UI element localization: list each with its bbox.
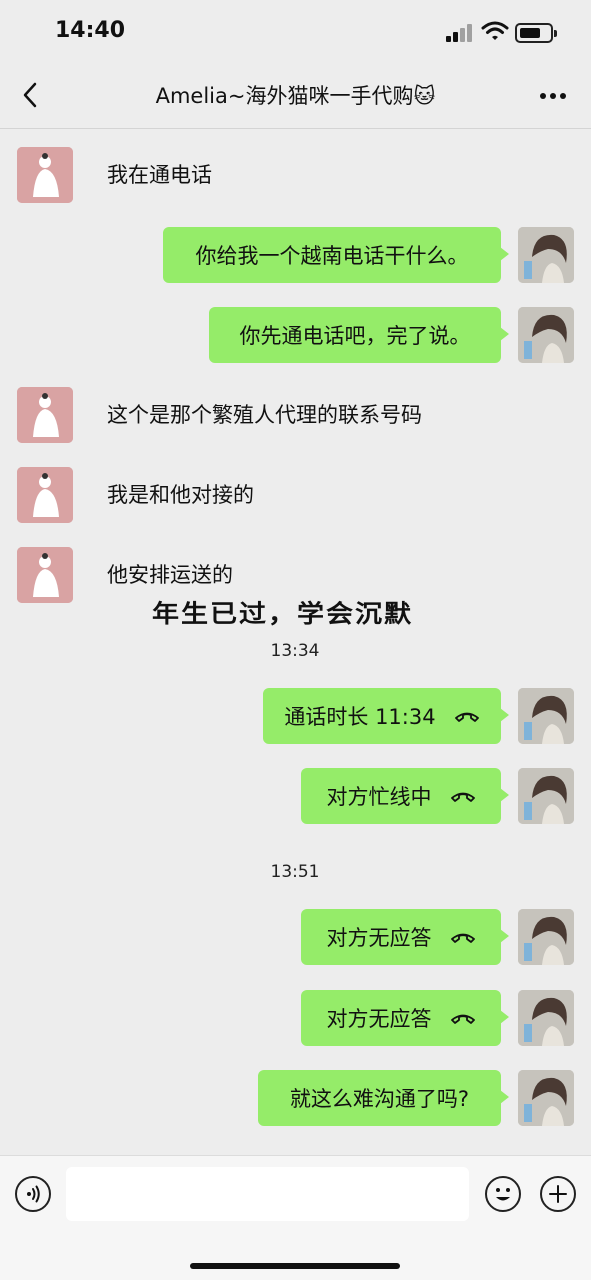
voice-icon <box>27 1185 40 1203</box>
back-icon <box>23 82 37 108</box>
message-text: 我是和他对接的 <box>107 483 254 507</box>
more-button[interactable] <box>536 84 570 108</box>
call-record-bubble[interactable]: 通话时长 11:34 <box>263 688 509 744</box>
call-record-text: 对方无应答 <box>326 1007 432 1031</box>
call-record-text: 通话时长 11:34 <box>284 705 436 729</box>
call-record-bubble[interactable]: 对方无应答 <box>301 909 509 965</box>
status-time: 14:40 <box>55 18 126 43</box>
contact-avatar[interactable] <box>17 467 73 523</box>
message-text: 我在通电话 <box>107 163 212 187</box>
plus-button[interactable] <box>540 1176 576 1212</box>
call-record-bubble[interactable]: 对方无应答 <box>301 990 509 1046</box>
call-record-text: 对方无应答 <box>326 926 432 950</box>
chat-title: Amelia~海外猫咪一手代购🐱 <box>155 84 436 108</box>
battery-icon <box>515 23 557 43</box>
voice-button[interactable] <box>15 1176 51 1212</box>
user-avatar[interactable] <box>518 307 574 363</box>
user-avatar[interactable] <box>518 990 574 1046</box>
message-input[interactable] <box>66 1167 469 1221</box>
contact-avatar[interactable] <box>17 147 73 203</box>
user-avatar[interactable] <box>518 768 574 824</box>
user-avatar[interactable] <box>518 1070 574 1126</box>
timestamp: 13:34 <box>270 641 320 661</box>
phone-hangup-icon <box>450 1011 476 1025</box>
phone-hangup-icon <box>450 789 476 803</box>
emoji-icon <box>496 1188 510 1201</box>
message-bubble-outgoing[interactable]: 你给我一个越南电话干什么。 <box>163 227 509 283</box>
contact-avatar[interactable] <box>17 387 73 443</box>
user-avatar[interactable] <box>518 688 574 744</box>
more-icon <box>540 93 566 99</box>
phone-hangup-icon <box>454 709 480 723</box>
signal-icon <box>446 24 474 42</box>
message-bubble-outgoing[interactable]: 就这么难沟通了吗? <box>258 1070 509 1126</box>
emoji-button[interactable] <box>485 1176 521 1212</box>
nav-divider <box>0 128 591 129</box>
back-button[interactable] <box>15 80 45 110</box>
contact-avatar[interactable] <box>17 547 73 603</box>
timestamp: 13:51 <box>270 862 320 882</box>
chat-screen: 14:40 Amelia~海外猫咪一手代购🐱 我在通电话 你给我一个越南电话干什… <box>0 0 591 1280</box>
message-text: 你给我一个越南电话干什么。 <box>195 244 469 268</box>
user-avatar[interactable] <box>518 227 574 283</box>
call-record-bubble[interactable]: 对方忙线中 <box>301 768 509 824</box>
message-text: 这个是那个繁殖人代理的联系号码 <box>107 403 422 427</box>
home-indicator[interactable] <box>190 1263 400 1269</box>
phone-hangup-icon <box>450 930 476 944</box>
plus-icon <box>549 1185 567 1203</box>
wifi-icon <box>481 20 509 42</box>
message-text: 就这么难沟通了吗? <box>289 1087 470 1111</box>
message-bubble-outgoing[interactable]: 你先通电话吧，完了说。 <box>209 307 509 363</box>
message-text: 你先通电话吧，完了说。 <box>239 324 471 348</box>
call-record-text: 对方忙线中 <box>326 785 432 809</box>
user-avatar[interactable] <box>518 909 574 965</box>
overlay-caption: 年生已过，学会沉默 <box>152 600 413 629</box>
message-text: 他安排运送的 <box>107 563 233 587</box>
